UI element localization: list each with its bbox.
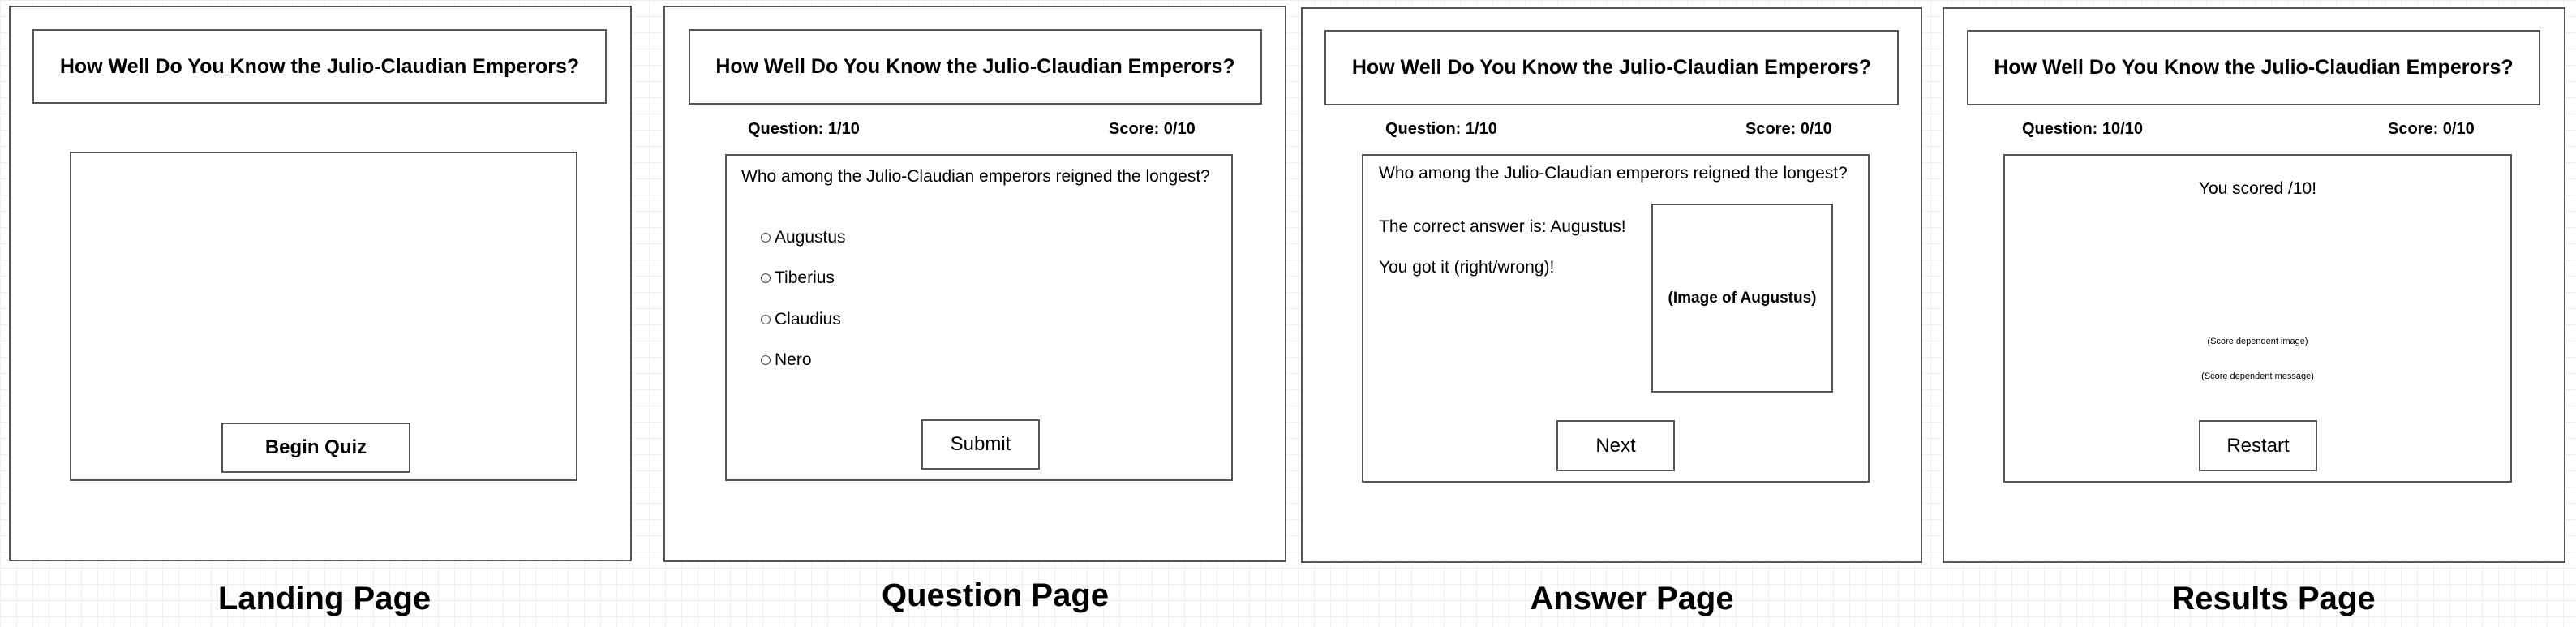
option-label: Augustus xyxy=(775,228,846,247)
begin-quiz-button[interactable]: Begin Quiz xyxy=(221,423,410,473)
option-label: Nero xyxy=(775,350,812,369)
answer-option[interactable]: Augustus xyxy=(761,228,846,247)
radio-button-icon[interactable] xyxy=(761,355,771,365)
question-text: Who among the Julio-Claudian emperors re… xyxy=(1379,164,1848,183)
score-display: Score: 0/10 xyxy=(2388,120,2475,138)
results-page-caption: Results Page xyxy=(2171,581,2376,616)
radio-button-icon[interactable] xyxy=(761,273,771,283)
landing-page-caption: Landing Page xyxy=(217,581,431,616)
question-page-title: How Well Do You Know the Julio-Claudian … xyxy=(689,29,1262,105)
answer-option[interactable]: Tiberius xyxy=(761,268,835,288)
radio-button-icon[interactable] xyxy=(761,315,771,324)
question-counter: Question: 1/10 xyxy=(1385,120,1497,138)
score-display: Score: 0/10 xyxy=(1745,120,1832,138)
answer-option[interactable]: Nero xyxy=(761,350,812,370)
restart-button[interactable]: Restart xyxy=(2199,420,2317,471)
answer-page-title: How Well Do You Know the Julio-Claudian … xyxy=(1324,30,1899,105)
next-button[interactable]: Next xyxy=(1556,420,1675,471)
option-label: Tiberius xyxy=(775,268,835,287)
landing-title: How Well Do You Know the Julio-Claudian … xyxy=(32,29,607,104)
question-text: Who among the Julio-Claudian emperors re… xyxy=(741,167,1210,186)
emperor-image-placeholder: (Image of Augustus) xyxy=(1651,204,1833,393)
answer-option[interactable]: Claudius xyxy=(761,310,841,329)
image-placeholder-label: (Image of Augustus) xyxy=(1668,289,1817,307)
question-counter: Question: 10/10 xyxy=(2022,120,2143,138)
submit-button[interactable]: Submit xyxy=(921,419,1040,470)
question-counter: Question: 1/10 xyxy=(748,120,860,138)
results-page-title: How Well Do You Know the Julio-Claudian … xyxy=(1967,30,2540,105)
result-text: You got it (right/wrong)! xyxy=(1379,258,1555,277)
question-page-caption: Question Page xyxy=(881,578,1110,613)
score-display: Score: 0/10 xyxy=(1109,120,1196,138)
score-dependent-message: (Score dependent message) xyxy=(2201,371,2314,381)
radio-button-icon[interactable] xyxy=(761,233,771,243)
option-label: Claudius xyxy=(775,310,841,329)
score-dependent-image: (Score dependent image) xyxy=(2207,337,2308,346)
final-score-text: You scored /10! xyxy=(2198,179,2317,198)
correct-answer-text: The correct answer is: Augustus! xyxy=(1379,217,1626,236)
answer-page-caption: Answer Page xyxy=(1530,581,1734,616)
